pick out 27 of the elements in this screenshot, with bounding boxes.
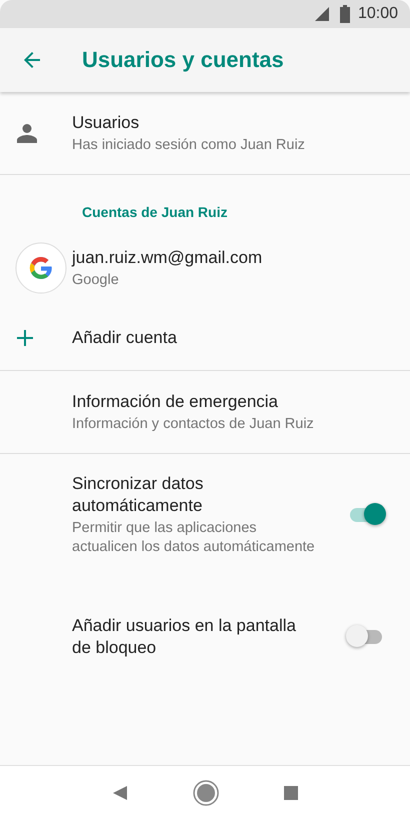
list-item[interactable]: Sincronizar datos automáticamente Permitir que las aplicaciones actualicen los datos automáticamente xyxy=(0,454,410,576)
item-title: Añadir cuenta xyxy=(72,327,178,349)
list-item[interactable]: juan.ruiz.wm@gmail.com Google xyxy=(0,230,410,306)
item-title: juan.ruiz.wm@gmail.com xyxy=(72,246,264,268)
item-title: Usuarios xyxy=(72,112,140,134)
google-account-icon xyxy=(15,242,67,294)
screen-title: Usuarios y cuentas xyxy=(82,47,284,73)
item-subtitle: Permitir que las aplicaciones actualicen los datos automáticamente xyxy=(72,519,316,557)
list-item[interactable]: Añadir cuenta xyxy=(0,306,410,370)
plus-icon xyxy=(17,330,33,346)
back-triangle-icon[interactable] xyxy=(112,785,128,801)
list-item[interactable]: Información de emergencia Información y contactos de Juan Ruiz xyxy=(0,371,410,453)
signal-icon xyxy=(314,6,330,22)
item-subtitle: Google xyxy=(72,270,120,290)
recents-square-icon[interactable] xyxy=(284,786,298,800)
section-header: Cuentas de Juan Ruiz xyxy=(81,203,228,222)
item-subtitle: Has iniciado sesión como Juan Ruiz xyxy=(72,136,306,154)
list-item[interactable]: Añadir usuarios en la pantalla de bloqueo xyxy=(0,576,410,698)
item-title: Sincronizar datos automáticamente xyxy=(72,473,204,517)
item-title: Añadir usuarios en la pantalla de bloqueo xyxy=(72,615,297,659)
battery-icon xyxy=(340,5,350,23)
home-circle-icon[interactable] xyxy=(192,780,219,806)
person-icon xyxy=(17,123,37,143)
status-time: 10:00 xyxy=(358,5,398,23)
item-title: Información de emergencia xyxy=(72,390,280,412)
list-item[interactable]: Usuarios Has iniciado sesión como Juan Ruiz xyxy=(0,92,410,174)
item-subtitle: Información y contactos de Juan Ruiz xyxy=(72,414,315,434)
